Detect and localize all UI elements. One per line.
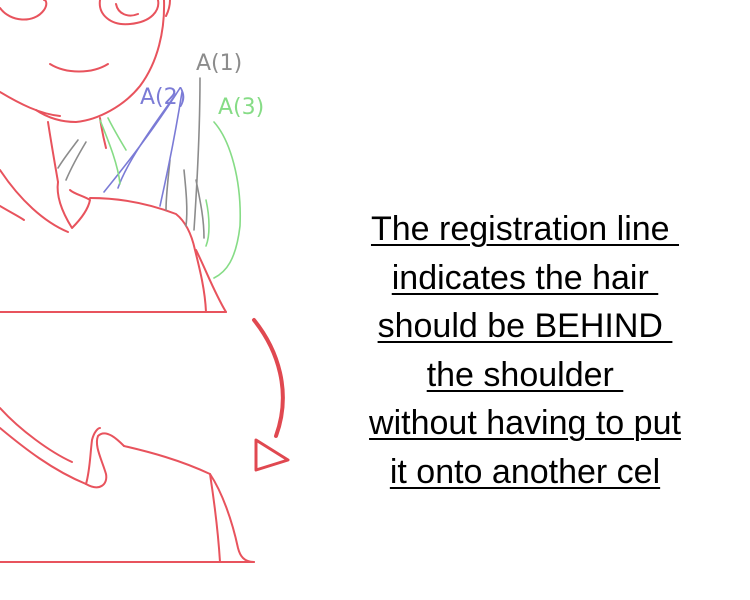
glasses-right	[98, 0, 160, 26]
curved-arrow-icon	[252, 318, 290, 472]
annotation-line: The registration line	[370, 210, 680, 248]
shoulder-line	[89, 197, 207, 313]
lower-shoulder-line	[123, 445, 255, 563]
lower-torso-left	[0, 407, 73, 463]
label-a2: A(2)	[140, 85, 186, 110]
glasses-right-inner	[115, 3, 139, 17]
annotation-line: indicates the hair	[391, 258, 659, 297]
annotation-line: it onto another cel	[389, 452, 661, 491]
collar	[56, 181, 91, 229]
annotation-line: should be BEHIND	[377, 307, 673, 345]
annotation-line: the shoulder	[426, 355, 624, 394]
shoulder-edge	[195, 249, 227, 313]
label-a3: A(3)	[218, 95, 264, 120]
annotation-note: The registration line indicates the hair…	[325, 205, 725, 496]
hair-fringe	[165, 0, 171, 17]
annotation-line: without having to put	[369, 404, 681, 442]
lower-torso-left-inner	[0, 427, 87, 485]
lower-panel-sketch	[0, 407, 255, 563]
torso-left-outer	[0, 205, 25, 221]
mouth	[49, 63, 109, 73]
label-a1: A(1)	[196, 51, 242, 76]
neck-left	[47, 121, 59, 183]
hair-layer-a3-strokes	[99, 117, 242, 279]
glasses-left	[0, 0, 48, 21]
sketch-canvas: A(1) A(2) A(3) The registration line ind…	[0, 0, 750, 600]
jaw-line	[0, 91, 61, 117]
